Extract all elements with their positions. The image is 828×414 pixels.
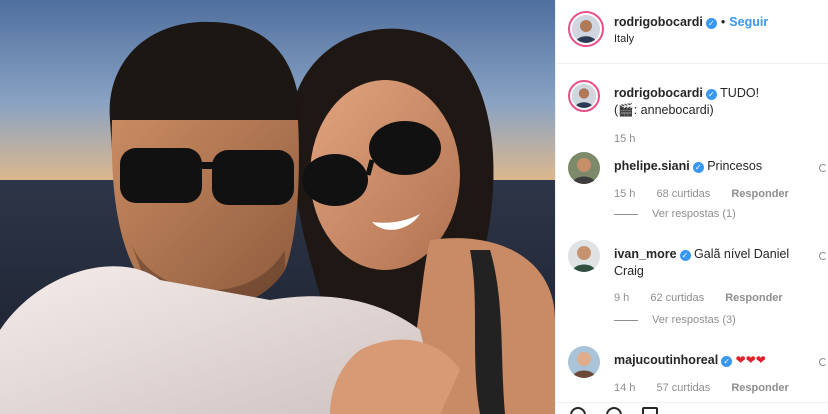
comment-content: ❤❤❤	[735, 353, 766, 367]
author-avatar[interactable]	[568, 11, 604, 47]
heart-icon[interactable]	[819, 358, 827, 366]
comment-meta: 9 h 62 curtidas Responder	[614, 292, 783, 304]
caption-line1: TUDO!	[720, 86, 760, 100]
post-image	[0, 0, 555, 414]
comments-panel: rodrigobocardi ✓ • Seguir Italy rodrigoboca…	[555, 0, 828, 414]
caption-avatar-image	[572, 84, 596, 108]
action-bar	[556, 402, 828, 414]
heart-icon[interactable]	[570, 407, 586, 414]
comment-time[interactable]: 9 h	[614, 292, 629, 304]
author-avatar-image	[572, 15, 600, 43]
reply-button[interactable]: Responder	[731, 382, 788, 394]
caption-meta: 15 h	[614, 133, 653, 145]
heart-icon[interactable]	[819, 164, 827, 172]
comment-time[interactable]: 15 h	[614, 188, 635, 200]
comment-likes[interactable]: 57 curtidas	[656, 382, 710, 394]
comment-text: phelipe.siani ✓ Princesos	[614, 158, 814, 175]
comment-meta: 14 h 57 curtidas Responder	[614, 382, 789, 394]
comment-icon[interactable]	[606, 407, 622, 414]
post-header: rodrigobocardi ✓ • Seguir Italy	[556, 0, 828, 64]
comment-content: Princesos	[707, 159, 763, 173]
commenter-avatar[interactable]	[568, 152, 600, 184]
reply-button[interactable]: Responder	[731, 188, 788, 200]
comment-username[interactable]: phelipe.siani	[614, 159, 690, 173]
heart-icon[interactable]	[819, 252, 827, 260]
caption-time[interactable]: 15 h	[614, 133, 635, 145]
comment-username[interactable]: ivan_more	[614, 247, 677, 261]
caption-text: rodrigobocardi ✓ TUDO! (🎬: annebocardi)	[614, 85, 814, 119]
post-location[interactable]: Italy	[614, 33, 634, 45]
comment-text: ivan_more ✓ Galã nível Daniel Craig	[614, 246, 814, 280]
caption-line2: (🎬: annebocardi)	[614, 103, 714, 117]
comment-likes[interactable]: 68 curtidas	[656, 188, 710, 200]
commenter-avatar[interactable]	[568, 240, 600, 272]
caption-username[interactable]: rodrigobocardi	[614, 86, 703, 100]
share-icon[interactable]	[642, 407, 658, 414]
verified-badge-icon: ✓	[721, 356, 733, 367]
verified-badge-icon: ✓	[692, 162, 704, 173]
post-photo[interactable]	[0, 0, 555, 414]
comment-meta: 15 h 68 curtidas Responder	[614, 188, 789, 200]
see-replies-button[interactable]: Ver respostas (3)	[614, 314, 736, 326]
commenter-avatar[interactable]	[568, 346, 600, 378]
replies-divider	[614, 319, 638, 321]
reply-button[interactable]: Responder	[725, 292, 782, 304]
post-author-username[interactable]: rodrigobocardi	[614, 15, 703, 29]
comment-likes[interactable]: 62 curtidas	[650, 292, 704, 304]
verified-badge-icon: ✓	[679, 250, 691, 261]
comment-text: majucoutinhoreal ✓ ❤❤❤	[614, 352, 814, 369]
follow-button[interactable]: Seguir	[729, 15, 768, 29]
comment-username[interactable]: majucoutinhoreal	[614, 353, 718, 367]
see-replies-label: Ver respostas (3)	[652, 314, 736, 326]
post-author-line: rodrigobocardi ✓ • Seguir	[614, 15, 768, 29]
see-replies-button[interactable]: Ver respostas (1)	[614, 208, 736, 220]
verified-badge-icon: ✓	[705, 89, 717, 100]
see-replies-label: Ver respostas (1)	[652, 208, 736, 220]
verified-badge-icon: ✓	[705, 18, 717, 29]
separator-dot: •	[720, 15, 726, 29]
replies-divider	[614, 213, 638, 215]
caption-avatar[interactable]	[568, 80, 600, 112]
comment-time[interactable]: 14 h	[614, 382, 635, 394]
